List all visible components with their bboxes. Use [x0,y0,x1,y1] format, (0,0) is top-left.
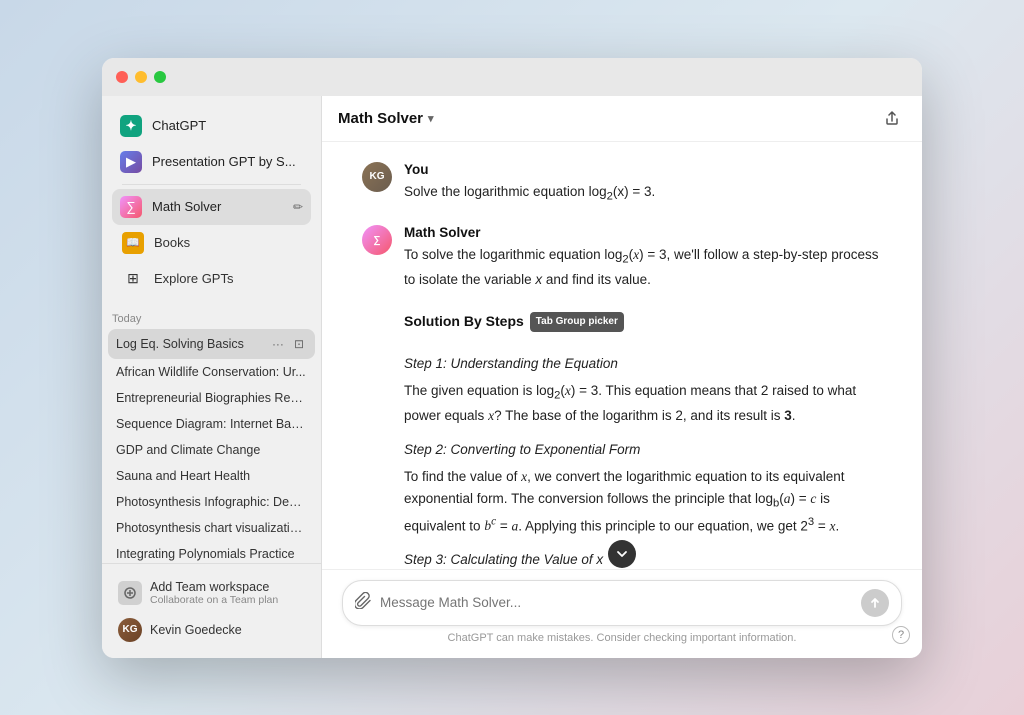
history-item-label: Sequence Diagram: Internet Basi... [116,417,307,431]
help-button[interactable]: ? [892,626,910,644]
sidebar-item-label: Math Solver [152,199,283,214]
chatgpt-icon: ✦ [120,115,142,137]
new-chat-icon[interactable]: ⊡ [291,335,307,353]
math-solver-icon: ∑ [120,196,142,218]
add-team-item[interactable]: Add Team workspace Collaborate on a Team… [110,574,313,612]
close-button[interactable] [116,71,128,83]
main-wrapper: KG You Solve the logarithmic equation lo… [322,142,922,658]
user-message-content: You Solve the logarithmic equation log2(… [404,162,882,206]
history-item-label: Entrepreneurial Biographies Reco... [116,391,307,405]
chevron-down-icon: ▾ [428,112,434,125]
titlebar [102,58,922,96]
history-item[interactable]: Integrating Polynomials Practice [108,541,315,563]
history-item-label: Integrating Polynomials Practice [116,547,307,561]
history-item[interactable]: Photosynthesis chart visualization... [108,515,315,541]
step-2-title: Step 2: Converting to Exponential Form [404,439,882,461]
user-avatar: KG [362,162,392,192]
team-icon [118,581,142,605]
history-item[interactable]: African Wildlife Conservation: Ur... [108,359,315,385]
history-item[interactable]: GDP and Climate Change [108,437,315,463]
bot-message-name: Math Solver [404,225,882,240]
sidebar-item-label: Presentation GPT by S... [152,154,296,169]
user-message-name: You [404,162,882,177]
main-header: Math Solver ▾ [322,96,922,142]
add-team-sub: Collaborate on a Team plan [150,594,278,606]
solution-steps-title: Solution By Steps Tab Group picker [404,310,624,332]
history-item-actions: ··· ⊡ [269,335,307,353]
sidebar-item-presentation[interactable]: ▶ Presentation GPT by S... [112,144,311,180]
sidebar-item-books[interactable]: 📖 Books [112,225,311,261]
main-panel: Math Solver ▾ KG [322,96,922,658]
attach-button[interactable] [355,592,372,614]
history-item[interactable]: Sequence Diagram: Internet Basi... [108,411,315,437]
explore-icon: ⊞ [122,268,144,290]
avatar: KG [118,618,142,642]
step-3-title: Step 3: Calculating the Value of x [404,549,882,569]
history-item[interactable]: Sauna and Heart Health [108,463,315,489]
history-item[interactable]: Entrepreneurial Biographies Reco... [108,385,315,411]
step-1-title: Step 1: Understanding the Equation [404,353,882,375]
user-item[interactable]: KG Kevin Goedecke [110,612,313,648]
sidebar-item-label: Books [154,235,190,250]
send-button[interactable] [861,589,889,617]
books-icon: 📖 [122,232,144,254]
bot-message: ∑ Math Solver To solve the logarithmic e… [362,225,882,568]
history-item-label: Photosynthesis Infographic: Desi... [116,495,307,509]
user-name: Kevin Goedecke [150,623,242,637]
solution-title-text: Solution By Steps [404,310,524,332]
presentation-icon: ▶ [120,151,142,173]
sidebar-item-label: ChatGPT [152,118,206,133]
bot-avatar: ∑ [362,225,392,255]
today-label: Today [102,305,321,329]
divider [122,184,301,185]
step-1-content: The given equation is log2(x) = 3. This … [404,380,882,426]
share-button[interactable] [878,104,906,132]
maximize-button[interactable] [154,71,166,83]
bot-message-content: Math Solver To solve the logarithmic equ… [404,225,882,568]
history-item-label: Sauna and Heart Health [116,469,307,483]
user-message-text: Solve the logarithmic equation log2(x) =… [404,181,882,206]
add-team-label: Add Team workspace [150,580,278,594]
history-item-label: African Wildlife Conservation: Ur... [116,365,307,379]
user-message: KG You Solve the logarithmic equation lo… [362,162,882,206]
chat-input[interactable] [380,595,853,610]
sidebar: ✦ ChatGPT ▶ Presentation GPT by S... ∑ M… [102,96,322,658]
minimize-button[interactable] [135,71,147,83]
disclaimer: ChatGPT can make mistakes. Consider chec… [342,632,902,644]
history-item[interactable]: Log Eq. Solving Basics ··· ⊡ [108,329,315,359]
step-2-content: To find the value of x, we convert the l… [404,466,882,536]
history-item-label: Log Eq. Solving Basics [116,337,269,351]
chat-input-area: ChatGPT can make mistakes. Consider chec… [322,569,922,658]
sidebar-bottom: Add Team workspace Collaborate on a Team… [102,563,321,658]
edit-icon[interactable]: ✏ [293,200,303,214]
history-item-label: Photosynthesis chart visualization... [116,521,307,535]
chat-input-wrapper [342,580,902,626]
sidebar-item-math-solver[interactable]: ∑ Math Solver ✏ [112,189,311,225]
more-icon[interactable]: ··· [269,335,287,353]
scroll-down-button[interactable] [608,540,636,568]
sidebar-item-label: Explore GPTs [154,271,233,286]
title-text: Math Solver [338,110,423,127]
conversation-title[interactable]: Math Solver ▾ [338,110,434,127]
history-item[interactable]: Photosynthesis Infographic: Desi... [108,489,315,515]
chat-area[interactable]: KG You Solve the logarithmic equation lo… [322,142,922,569]
bot-message-text: To solve the logarithmic equation log2(x… [404,244,882,568]
sidebar-item-chatgpt[interactable]: ✦ ChatGPT [112,108,311,144]
chat-history: Log Eq. Solving Basics ··· ⊡ African Wil… [102,329,321,563]
tab-group-picker[interactable]: Tab Group picker [530,312,624,332]
history-item-label: GDP and Climate Change [116,443,307,457]
sidebar-item-explore[interactable]: ⊞ Explore GPTs [112,261,311,297]
add-team-text: Add Team workspace Collaborate on a Team… [150,580,278,606]
